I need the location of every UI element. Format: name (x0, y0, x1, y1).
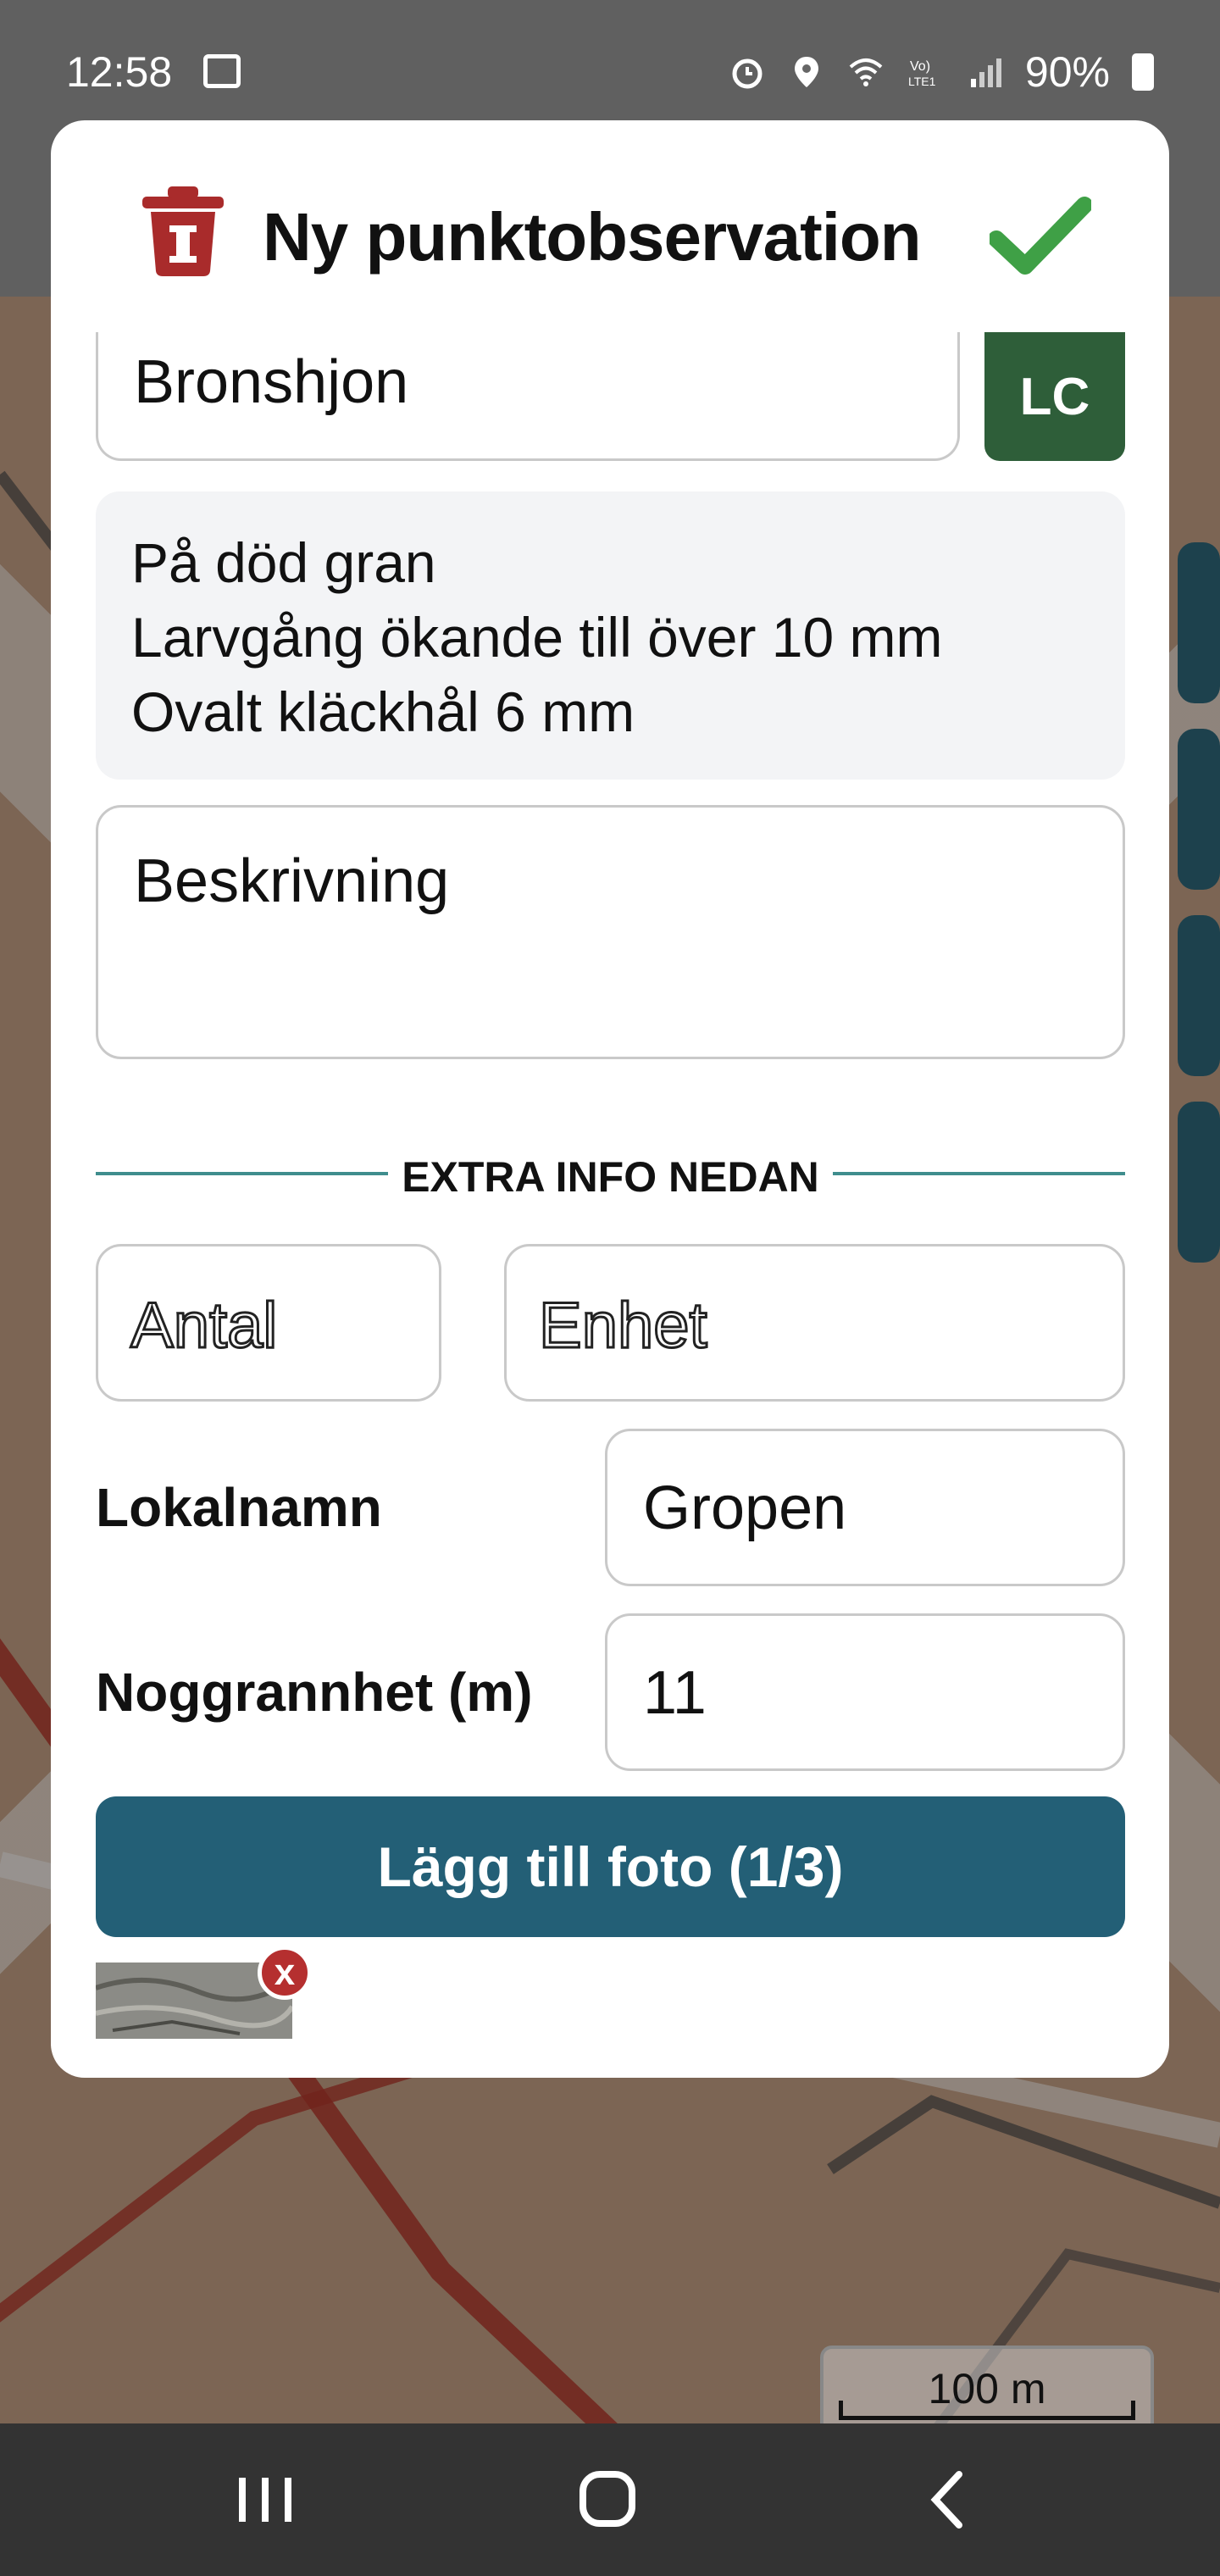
status-time: 12:58 (66, 48, 173, 96)
alarm-icon (732, 58, 762, 89)
svg-text:LTE1: LTE1 (908, 75, 936, 88)
location-icon (794, 57, 818, 87)
enhet-placeholder: Enhet (538, 1289, 709, 1363)
trash-icon[interactable] (142, 186, 224, 276)
noggrannhet-label: Noggrannhet (m) (96, 1662, 533, 1723)
home-icon[interactable] (569, 2466, 646, 2534)
remove-photo-button[interactable]: x (258, 1946, 312, 2000)
section-divider: EXTRA INFO NEDAN (96, 1147, 1125, 1201)
enhet-field[interactable]: Enhet (504, 1244, 1125, 1402)
info-line: Larvgång ökande till över 10 mm (131, 606, 943, 669)
back-icon[interactable] (910, 2466, 986, 2534)
lokalnamn-label: Lokalnamn (96, 1477, 382, 1538)
redlist-badge[interactable]: LC (984, 332, 1125, 461)
battery-icon (1132, 53, 1154, 91)
battery-percent: 90% (1024, 48, 1110, 96)
observation-dialog: Ny punktobservation Bronshjon LC På död … (51, 120, 1169, 2078)
wifi-icon (849, 58, 883, 86)
description-placeholder: Beskrivning (134, 847, 450, 915)
scale-ruler (839, 2401, 1135, 2420)
dialog-title: Ny punktobservation (263, 199, 922, 275)
dialog-header: Ny punktobservation (51, 120, 1169, 332)
lokalnamn-field[interactable]: Gropen (605, 1429, 1125, 1586)
description-field[interactable]: Beskrivning (96, 805, 1125, 1059)
antal-field[interactable]: Antal (96, 1244, 441, 1402)
info-line: På död gran (131, 531, 436, 594)
species-info-box: På död gran Larvgång ökande till över 10… (96, 491, 1125, 780)
check-icon[interactable] (990, 193, 1091, 278)
species-input[interactable]: Bronshjon (96, 332, 960, 461)
info-line: Ovalt kläckhål 6 mm (131, 680, 635, 743)
antal-placeholder: Antal (129, 1289, 278, 1363)
divider-line-right (833, 1172, 1125, 1175)
signal-icon (970, 58, 1001, 87)
divider-line-left (96, 1172, 388, 1175)
recent-apps-icon[interactable] (227, 2466, 303, 2534)
svg-text:Vo): Vo) (910, 59, 930, 74)
noggrannhet-field[interactable]: 11 (605, 1613, 1125, 1771)
photo-icon (203, 54, 241, 88)
system-nav-bar (0, 2423, 1220, 2576)
status-icons: Vo) LTE1 90% (729, 47, 1154, 97)
section-label: EXTRA INFO NEDAN (402, 1153, 819, 1201)
add-photo-button[interactable]: Lägg till foto (1/3) (96, 1796, 1125, 1937)
volte-icon: Vo)LTE1 (908, 59, 936, 88)
